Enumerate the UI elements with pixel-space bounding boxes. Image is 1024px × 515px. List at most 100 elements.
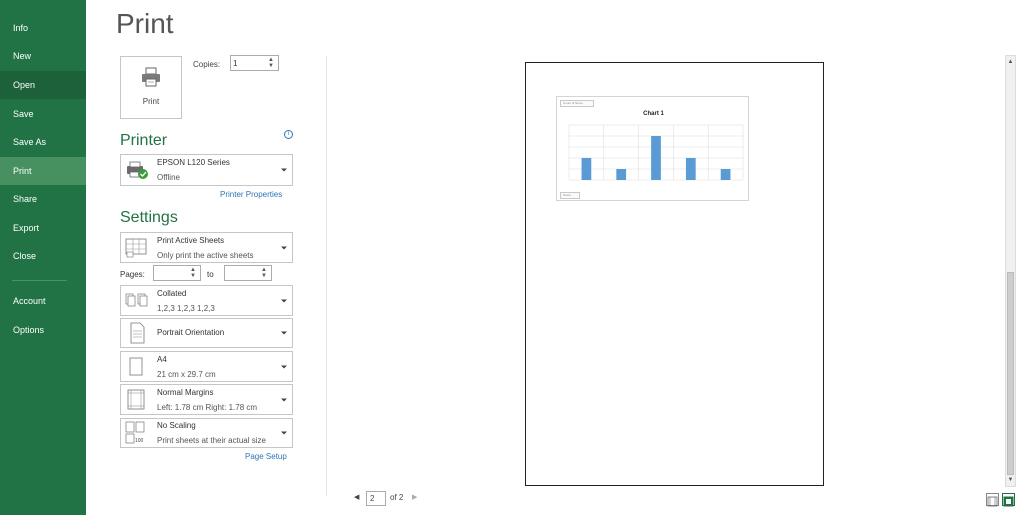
scroll-up-icon[interactable]: ▲: [1006, 57, 1015, 67]
show-margins-button[interactable]: [986, 493, 999, 507]
chevron-down-icon: [281, 246, 287, 249]
print-what-title: Print Active Sheets: [157, 236, 225, 245]
printer-ready-icon: [127, 161, 148, 179]
orientation-title: Portrait Orientation: [157, 328, 225, 337]
sidebar-item-options[interactable]: Options: [0, 316, 86, 344]
sidebar-item-close[interactable]: Close: [0, 242, 86, 270]
sidebar-item-label: New: [13, 51, 32, 61]
current-page-input[interactable]: 2: [366, 491, 386, 506]
chevron-down-icon: [281, 168, 287, 172]
chevron-down-icon: [281, 299, 287, 302]
chevron-down-icon: [281, 331, 287, 335]
page-setup-link[interactable]: Page Setup: [245, 452, 287, 461]
collation-title: Collated: [157, 289, 187, 298]
pages-from-stepper[interactable]: ▲ ▼: [153, 265, 201, 281]
pages-label: Pages:: [120, 270, 145, 279]
margins-desc: Left: 1.78 cm Right: 1.78 cm: [157, 403, 258, 412]
prev-page-icon[interactable]: ◀: [354, 493, 359, 501]
page-title: Print: [116, 8, 174, 39]
scrollbar-thumb[interactable]: [1007, 272, 1014, 475]
paper-size-dropdown[interactable]: A4 21 cm x 29.7 cm: [120, 351, 293, 382]
collation-desc: 1,2,3 1,2,3 1,2,3: [157, 304, 215, 313]
print-what-dropdown[interactable]: Print Active Sheets Only print the activ…: [120, 232, 293, 263]
sidebar-item-label: Save: [13, 109, 34, 119]
copies-stepper[interactable]: ▲▼: [230, 55, 279, 71]
print-button-label: Print: [142, 97, 160, 106]
sidebar-item-label: Print: [13, 166, 32, 176]
info-icon[interactable]: i: [284, 130, 293, 139]
show-margins-icon: [987, 496, 998, 507]
settings-heading: Settings: [120, 209, 178, 226]
margins-dropdown[interactable]: Normal Margins Left: 1.78 cm Right: 1.78…: [120, 384, 293, 415]
paper-size-desc: 21 cm x 29.7 cm: [157, 370, 216, 379]
pages-to-stepper[interactable]: ▲ ▼: [224, 265, 272, 281]
printer-heading: Printer: [120, 132, 168, 149]
sidebar-item-label: Save As: [13, 137, 47, 147]
total-pages-label: of 2: [390, 493, 404, 502]
sidebar-item-open[interactable]: Open: [0, 71, 86, 99]
sidebar-item-label: Export: [13, 223, 40, 233]
paper-size-title: A4: [157, 355, 167, 364]
pages-from-input[interactable]: [156, 267, 186, 279]
chevron-down-icon: [281, 431, 287, 435]
chart-bar: [616, 169, 627, 180]
chevron-down-icon: [281, 398, 287, 401]
print-what-desc: Only print the active sheets: [157, 251, 254, 260]
printer-name: EPSON L120 Series: [157, 158, 230, 167]
printer-dropdown[interactable]: EPSON L120 Series Offline: [120, 154, 293, 186]
paper-size-icon: [129, 357, 143, 375]
sidebar-item-save-as[interactable]: Save As: [0, 128, 86, 156]
zoom-to-page-button[interactable]: [1002, 493, 1015, 507]
copies-input[interactable]: [233, 57, 265, 69]
chart-bar: [581, 158, 592, 180]
sidebar-item-new[interactable]: New: [0, 42, 86, 70]
collation-dropdown[interactable]: Collated 1,2,3 1,2,3 1,2,3: [120, 285, 293, 316]
sidebar-item-account[interactable]: Account: [0, 287, 86, 315]
pages-to-arrows[interactable]: ▲ ▼: [260, 267, 268, 279]
sheet-grid-icon: [125, 238, 147, 257]
printer-properties-link[interactable]: Printer Properties: [220, 190, 282, 199]
sidebar-divider: [12, 280, 67, 281]
chart-bar: [651, 136, 661, 180]
sidebar-item-save[interactable]: Save: [0, 100, 86, 128]
chart-plot: [568, 124, 744, 181]
scroll-down-icon[interactable]: ▼: [1006, 475, 1015, 485]
sidebar-item-label: Account: [13, 296, 46, 306]
sidebar-item-export[interactable]: Export: [0, 214, 86, 242]
sidebar-item-label: Close: [13, 251, 37, 261]
chart-field-button-axis: Score: [560, 192, 580, 199]
pages-to-input[interactable]: [227, 267, 257, 279]
preview-scrollbar[interactable]: ▲ ▼: [1005, 55, 1016, 487]
panel-divider: [326, 56, 327, 496]
next-page-icon[interactable]: ▶: [412, 493, 417, 501]
collated-pages-icon: [125, 293, 148, 306]
printer-icon: [142, 67, 160, 87]
print-preview-page: Count of Score Chart 1 Score: [525, 62, 824, 486]
excel-backstage: Info New Open Save Save As Print Share E…: [0, 0, 1024, 515]
sidebar-item-label: Share: [13, 194, 38, 204]
sidebar-item-label: Open: [13, 80, 36, 90]
sidebar-item-share[interactable]: Share: [0, 185, 86, 213]
chart-bar: [720, 169, 731, 180]
scaling-dropdown[interactable]: 100 No Scaling Print sheets at their act…: [120, 418, 293, 448]
zoom-to-page-icon: [1003, 496, 1014, 507]
scaling-desc: Print sheets at their actual size: [157, 436, 266, 445]
svg-text:100: 100: [135, 438, 144, 444]
chevron-down-icon: [281, 365, 287, 368]
margins-icon: [127, 389, 145, 409]
print-button[interactable]: Print: [120, 56, 182, 119]
backstage-sidebar: Info New Open Save Save As Print Share E…: [0, 0, 86, 515]
portrait-page-icon: [130, 322, 145, 344]
sidebar-item-info[interactable]: Info: [0, 14, 86, 42]
sidebar-item-label: Options: [13, 325, 45, 335]
copies-label: Copies:: [193, 60, 221, 69]
chart-bar: [685, 158, 696, 180]
scaling-title: No Scaling: [157, 421, 196, 430]
sidebar-item-print[interactable]: Print: [0, 157, 86, 185]
chart: Count of Score Chart 1 Score: [556, 96, 749, 201]
orientation-dropdown[interactable]: Portrait Orientation: [120, 318, 293, 348]
margins-title: Normal Margins: [157, 388, 214, 397]
copies-spin-arrows[interactable]: ▲ ▼: [267, 57, 275, 69]
pages-to-label: to: [207, 270, 214, 279]
pages-from-arrows[interactable]: ▲ ▼: [189, 267, 197, 279]
